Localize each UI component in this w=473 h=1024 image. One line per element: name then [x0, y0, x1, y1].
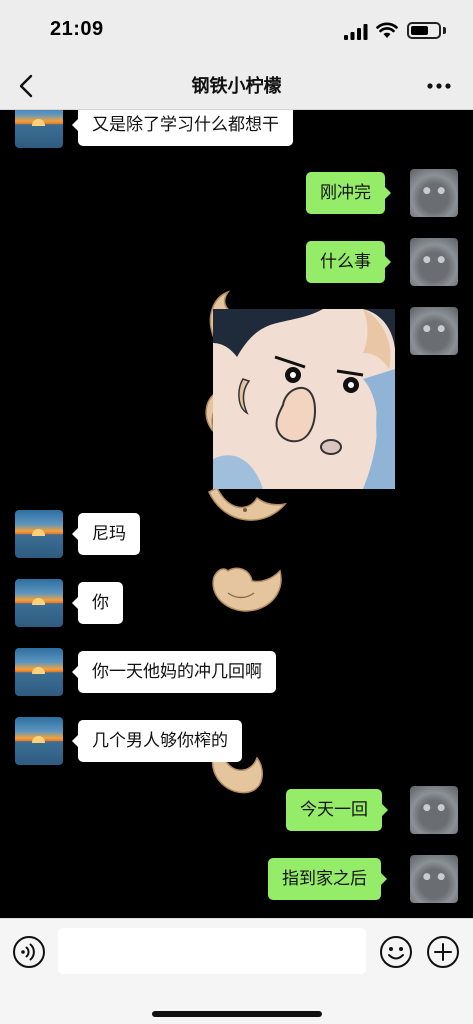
my-avatar[interactable]	[410, 855, 458, 903]
message-input[interactable]	[58, 928, 366, 974]
cellular-signal-icon	[344, 24, 368, 40]
sticker-image[interactable]	[213, 309, 395, 489]
chat-title: 钢铁小柠檬	[191, 76, 282, 97]
wallpaper-cat-doodle-icon	[208, 486, 287, 521]
message-bubble-incoming[interactable]: 你一天他妈的冲几回啊	[72, 651, 276, 693]
contact-avatar[interactable]	[15, 510, 63, 558]
my-avatar[interactable]	[410, 307, 458, 355]
my-avatar[interactable]	[410, 238, 458, 286]
message-bubble-incoming[interactable]: 又是除了学习什么都想干	[72, 110, 293, 146]
my-avatar[interactable]	[410, 786, 458, 834]
contact-avatar[interactable]	[15, 717, 63, 765]
status-time: 21:09	[50, 18, 104, 40]
emoji-icon[interactable]	[379, 935, 413, 969]
message-bubble-outgoing[interactable]: 什么事	[306, 241, 391, 283]
home-indicator	[152, 1011, 322, 1017]
message-bubble-outgoing[interactable]: 今天一回	[286, 789, 388, 831]
nav-bar: 钢铁小柠檬	[0, 62, 473, 110]
plus-icon[interactable]	[426, 935, 460, 969]
message-bubble-incoming[interactable]: 几个男人够你榨的	[72, 720, 242, 762]
chat-area[interactable]: 又是除了学习什么都想干 刚冲完 什么事 尼玛 你 你一天他妈的冲几回啊 几个男人…	[0, 110, 473, 918]
message-bubble-incoming[interactable]: 尼玛	[72, 513, 140, 555]
message-bubble-outgoing[interactable]: 指到家之后	[268, 858, 387, 900]
battery-icon	[407, 22, 441, 39]
message-bubble-outgoing[interactable]: 刚冲完	[306, 172, 391, 214]
more-options-icon[interactable]	[424, 72, 454, 100]
status-bar: 21:09	[0, 0, 473, 62]
contact-avatar[interactable]	[15, 579, 63, 627]
wifi-icon	[376, 22, 398, 38]
input-bar	[0, 918, 473, 1024]
contact-avatar[interactable]	[15, 648, 63, 696]
battery-tip	[443, 27, 446, 34]
voice-icon[interactable]	[12, 935, 46, 969]
my-avatar[interactable]	[410, 169, 458, 217]
contact-avatar[interactable]	[15, 110, 63, 148]
message-bubble-incoming[interactable]: 你	[72, 582, 123, 624]
wallpaper-cat-doodle-icon	[212, 567, 282, 612]
